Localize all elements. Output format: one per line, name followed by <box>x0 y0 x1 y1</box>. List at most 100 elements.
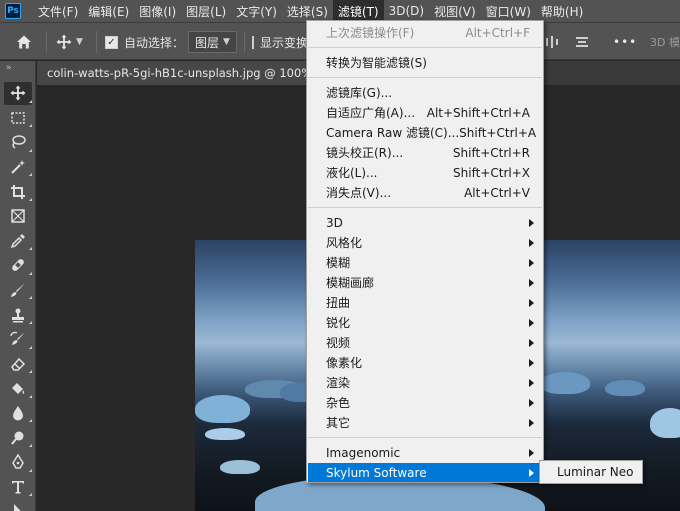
3d-mode-label: 3D 模式 <box>650 36 680 49</box>
quick-select-tool[interactable] <box>0 155 36 180</box>
menu-divider <box>308 207 542 208</box>
menu-help[interactable]: 帮助(H) <box>536 0 588 22</box>
dodge-icon <box>11 431 24 445</box>
document-tab[interactable]: colin-watts-pR-5gi-hB1c-unsplash.jpg @ 1… <box>37 61 327 85</box>
chevron-down-icon: ▼ <box>223 37 230 47</box>
menu-3d[interactable]: 3D(D) <box>384 0 429 22</box>
eyedropper-tool[interactable] <box>0 229 36 254</box>
type-tool[interactable] <box>0 475 36 500</box>
tools-panel: » <box>0 61 36 511</box>
chevron-down-icon: ▼ <box>76 37 83 47</box>
menu-item-adaptive-wide-angle[interactable]: 自适应广角(A)... Alt+Shift+Ctrl+A <box>308 103 542 122</box>
frame-tool[interactable] <box>0 204 36 229</box>
bandage-icon <box>12 259 24 272</box>
skylum-submenu: Luminar Neo <box>539 460 643 484</box>
menu-item-vanishing-point[interactable]: 消失点(V)... Alt+Ctrl+V <box>308 183 542 202</box>
menu-item-liquify[interactable]: 液化(L)... Shift+Ctrl+X <box>308 163 542 182</box>
menu-item-convert-smart-filter[interactable]: 转换为智能滤镜(S) <box>308 53 542 72</box>
menu-item-noise[interactable]: 杂色 <box>308 393 542 412</box>
chevron-right-icon <box>529 298 534 307</box>
menu-type[interactable]: 文字(Y) <box>231 0 282 22</box>
brush-tool[interactable] <box>0 278 36 303</box>
lasso-tool[interactable] <box>0 130 36 155</box>
align-icon[interactable] <box>575 23 589 61</box>
show-transform-option[interactable]: 显示变换控件 <box>252 23 306 61</box>
menu-item-render[interactable]: 渲染 <box>308 373 542 392</box>
photoshop-logo-icon: Ps <box>5 3 21 19</box>
crop-tool[interactable] <box>0 179 36 204</box>
auto-select-option[interactable]: ✓ 自动选择： <box>105 23 184 61</box>
options-divider <box>244 31 245 53</box>
stamp-icon <box>12 308 24 323</box>
eyedropper-icon <box>10 233 25 249</box>
menu-item-blur-gallery[interactable]: 模糊画廊 <box>308 273 542 292</box>
menu-item-lens-correction[interactable]: 镜头校正(R)... Shift+Ctrl+R <box>308 143 542 162</box>
menu-file[interactable]: 文件(F) <box>33 0 83 22</box>
eraser-icon <box>11 357 26 371</box>
history-brush-tool[interactable] <box>0 327 36 352</box>
chevron-right-icon <box>529 418 534 427</box>
menu-divider <box>308 437 542 438</box>
more-options-button[interactable]: ••• <box>613 23 637 61</box>
auto-select-label: 自动选择： <box>124 35 185 50</box>
auto-select-target[interactable]: 图层 ▼ <box>188 23 237 61</box>
show-transform-label: 显示变换控件 <box>260 35 306 50</box>
menu-item-skylum-software[interactable]: Skylum Software <box>308 463 542 482</box>
menu-item-blur[interactable]: 模糊 <box>308 253 542 272</box>
move-tool[interactable] <box>0 81 36 106</box>
show-transform-checkbox[interactable] <box>252 35 254 49</box>
menu-item-last-filter: 上次滤镜操作(F) Alt+Ctrl+F <box>326 25 530 41</box>
menu-window[interactable]: 窗口(W) <box>481 0 536 22</box>
chevron-right-icon <box>529 398 534 407</box>
frame-icon <box>11 209 25 224</box>
layer-select-dropdown[interactable]: 图层 ▼ <box>188 31 237 53</box>
chevron-right-icon <box>529 448 534 457</box>
menu-item-pixelate[interactable]: 像素化 <box>308 353 542 372</box>
chevron-right-icon <box>529 378 534 387</box>
type-icon <box>12 480 24 494</box>
distribute-icon[interactable] <box>545 23 559 61</box>
magic-wand-icon <box>11 160 25 174</box>
panel-collapse-icon[interactable]: » <box>0 61 35 81</box>
menu-item-video[interactable]: 视频 <box>308 333 542 352</box>
filter-menu-dropdown: 上次滤镜操作(F) Alt+Ctrl+F 转换为智能滤镜(S) 滤镜库(G)..… <box>306 20 544 483</box>
menu-image[interactable]: 图像(I) <box>134 0 181 22</box>
crop-icon <box>11 184 25 199</box>
menu-item-stylize[interactable]: 风格化 <box>308 233 542 252</box>
lasso-icon <box>12 135 26 150</box>
clone-stamp-tool[interactable] <box>0 302 36 327</box>
home-icon[interactable] <box>16 23 36 61</box>
move-icon <box>10 85 26 101</box>
chevron-right-icon <box>529 258 534 267</box>
menu-filter[interactable]: 滤镜(T) <box>332 0 384 22</box>
eraser-tool[interactable] <box>0 352 36 377</box>
chevron-right-icon <box>529 238 534 247</box>
marquee-tool[interactable] <box>0 106 36 131</box>
menu-divider <box>308 47 542 48</box>
menu-select[interactable]: 选择(S) <box>282 0 333 22</box>
paint-bucket-icon <box>12 383 25 395</box>
pen-tool[interactable] <box>0 450 36 475</box>
menu-layer[interactable]: 图层(L) <box>181 0 231 22</box>
chevron-right-icon <box>529 338 534 347</box>
cursor-arrow-icon <box>14 504 21 511</box>
submenu-item-luminar-neo[interactable]: Luminar Neo <box>541 462 641 482</box>
dodge-tool[interactable] <box>0 425 36 450</box>
paint-bucket-tool[interactable] <box>0 376 36 401</box>
path-select-tool[interactable] <box>0 499 36 511</box>
menu-item-other[interactable]: 其它 <box>308 413 542 432</box>
blur-tool[interactable] <box>0 401 36 426</box>
menu-edit[interactable]: 编辑(E) <box>83 0 134 22</box>
move-tool-preset-button[interactable]: ▼ <box>56 23 83 61</box>
options-divider <box>46 31 47 53</box>
chevron-right-icon <box>529 358 534 367</box>
auto-select-checkbox[interactable]: ✓ <box>105 35 118 49</box>
menu-item-sharpen[interactable]: 锐化 <box>308 313 542 332</box>
menu-item-3d[interactable]: 3D <box>308 213 542 232</box>
menu-item-distort[interactable]: 扭曲 <box>308 293 542 312</box>
menu-item-filter-gallery[interactable]: 滤镜库(G)... <box>308 83 542 102</box>
menu-view[interactable]: 视图(V) <box>429 0 481 22</box>
menu-item-camera-raw-filter[interactable]: Camera Raw 滤镜(C)... Shift+Ctrl+A <box>308 123 542 142</box>
healing-brush-tool[interactable] <box>0 253 36 278</box>
menu-item-imagenomic[interactable]: Imagenomic <box>308 443 542 462</box>
